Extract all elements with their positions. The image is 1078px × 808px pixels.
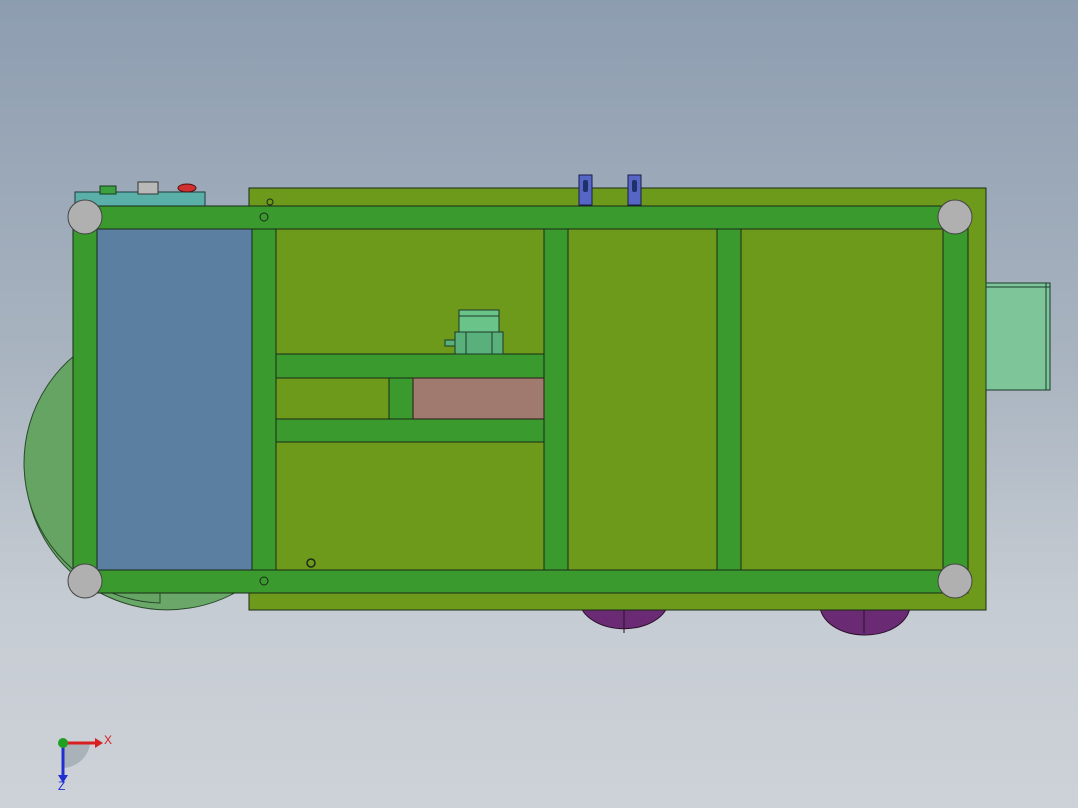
knob-icon[interactable] [137, 181, 159, 195]
orientation-triad: X Z [58, 733, 112, 793]
blue-panel[interactable] [96, 228, 253, 572]
cad-model-view[interactable]: X Z [0, 0, 1078, 808]
bracket-left[interactable] [578, 174, 593, 206]
green-button-icon[interactable] [99, 185, 117, 195]
stop-button-icon[interactable] [177, 183, 197, 193]
base-plate[interactable] [248, 187, 987, 611]
corner-post [67, 199, 103, 235]
y-axis-icon [58, 738, 68, 748]
motor-block[interactable] [412, 377, 545, 420]
corner-post [937, 199, 973, 235]
bracket-right[interactable] [627, 174, 642, 206]
z-axis-label: Z [58, 779, 65, 793]
corner-post [67, 563, 103, 599]
x-axis-label: X [104, 733, 112, 747]
graphics-viewport[interactable]: X Z [0, 0, 1078, 808]
corner-post [937, 563, 973, 599]
discharge-chute[interactable] [985, 282, 1051, 391]
